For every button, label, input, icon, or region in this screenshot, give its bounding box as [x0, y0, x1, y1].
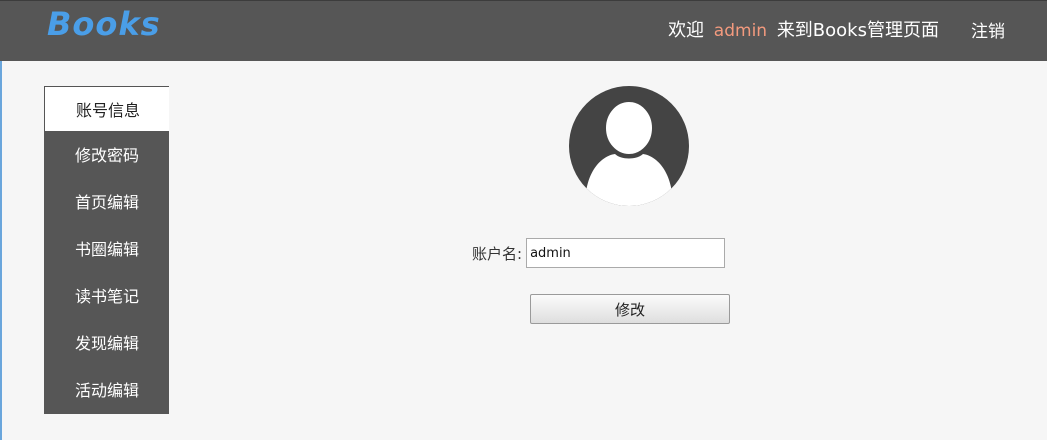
welcome-prefix: 欢迎 [668, 20, 705, 41]
sidebar-item-account-info[interactable]: 账号信息 [44, 86, 169, 132]
welcome-suffix: 来到Books管理页面 [776, 20, 939, 41]
sidebar-item-home-edit[interactable]: 首页编辑 [44, 179, 169, 226]
account-name-input[interactable] [526, 238, 726, 268]
account-name-label: 账户名: [472, 244, 523, 263]
sidebar-item-change-password[interactable]: 修改密码 [44, 132, 169, 179]
modify-button[interactable]: 修改 [530, 294, 730, 324]
account-name-row: 账户名: [472, 238, 726, 268]
user-avatar-icon [569, 86, 689, 206]
app-logo[interactable]: Books [47, 5, 161, 43]
sidebar-menu: 账号信息 修改密码 首页编辑 书圈编辑 读书笔记 发现编辑 活动编辑 [44, 86, 169, 414]
sidebar-item-discover-edit[interactable]: 发现编辑 [44, 320, 169, 367]
sidebar-item-reading-notes[interactable]: 读书笔记 [44, 273, 169, 320]
top-navbar: Books 欢迎 admin 来到Books管理页面 注销 [0, 0, 1047, 61]
sidebar-item-activity-edit[interactable]: 活动编辑 [44, 367, 169, 414]
welcome-message: 欢迎 admin 来到Books管理页面 [668, 16, 939, 42]
logout-link[interactable]: 注销 [971, 17, 1005, 42]
window-edge [0, 0, 2, 440]
current-username: admin [713, 21, 768, 41]
sidebar-item-book-circle-edit[interactable]: 书圈编辑 [44, 226, 169, 273]
